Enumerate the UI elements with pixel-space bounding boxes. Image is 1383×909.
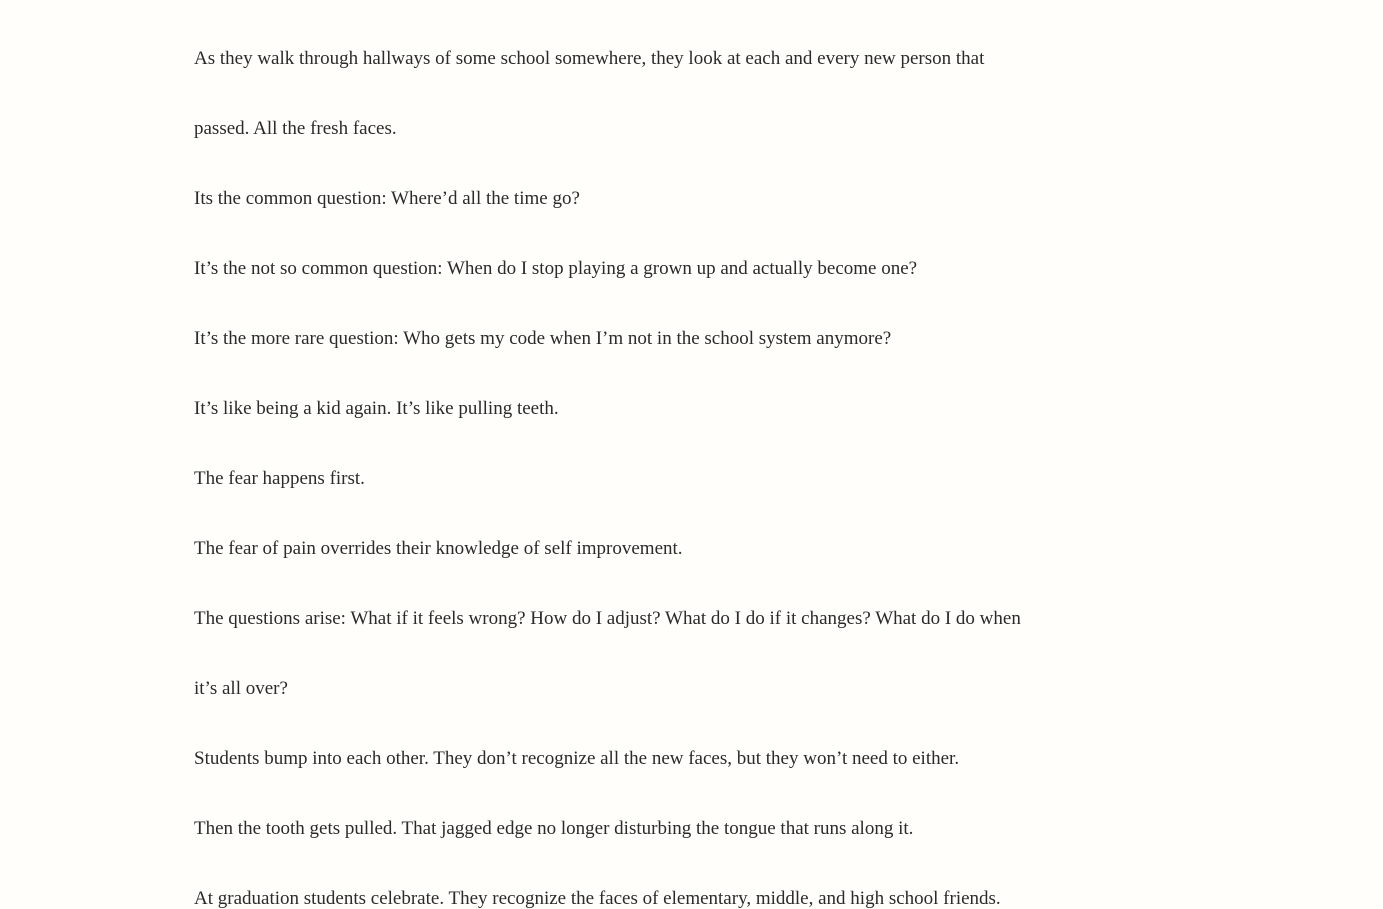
paragraph-line-12: Then the tooth gets pulled. That jagged … <box>194 818 914 839</box>
paragraph-line-10: it’s all over? <box>194 678 288 699</box>
paragraph-line-9: The questions arise: What if it feels wr… <box>194 608 1021 629</box>
paragraph-line-5: It’s the more rare question: Who gets my… <box>194 328 892 349</box>
page: As they walk through hallways of some sc… <box>0 0 1383 909</box>
paragraph-line-7: The fear happens first. <box>194 468 365 489</box>
paragraph-line-3: Its the common question: Where’d all the… <box>194 188 580 209</box>
paragraph-line-6: It’s like being a kid again. It’s like p… <box>194 398 559 419</box>
paragraph-line-4: It’s the not so common question: When do… <box>194 258 918 279</box>
paragraph-line-13: At graduation students celebrate. They r… <box>194 888 1001 909</box>
paragraph-line-11: Students bump into each other. They don’… <box>194 748 960 769</box>
paragraph-line-2: passed. All the fresh faces. <box>194 118 397 139</box>
article-body: As they walk through hallways of some sc… <box>194 0 1154 909</box>
paragraph-line-8: The fear of pain overrides their knowled… <box>194 538 683 559</box>
paragraph-line-1: As they walk through hallways of some sc… <box>194 48 985 69</box>
